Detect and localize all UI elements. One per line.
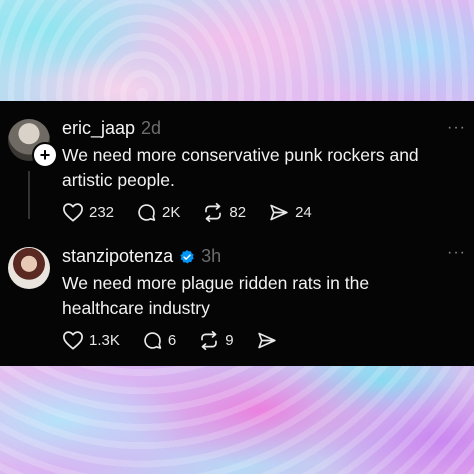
share-button[interactable]: 24 <box>268 202 312 223</box>
thread-post-1[interactable]: + eric_jaap 2d ··· We need more conservat… <box>0 101 474 226</box>
post-actions: 1.3K 6 9 <box>62 328 305 352</box>
share-button[interactable] <box>256 330 283 351</box>
reply-count: 6 <box>167 331 177 349</box>
heart-icon <box>63 203 83 222</box>
heart-icon <box>63 331 83 350</box>
repost-count: 9 <box>225 331 234 349</box>
post-actions: 232 2K 82 24 <box>62 200 334 224</box>
reply-button[interactable]: 6 <box>142 330 176 351</box>
thread-connector-line <box>28 171 30 219</box>
post-text: We need more plague ridden rats in the h… <box>62 273 370 318</box>
post-text: We need more conservative punk rockers a… <box>62 145 419 190</box>
comment-icon <box>144 331 162 349</box>
reply-button[interactable]: 2K <box>136 202 180 223</box>
follow-plus-icon[interactable]: + <box>32 142 58 168</box>
like-count: 1.3K <box>89 331 120 349</box>
repost-count: 82 <box>229 203 247 221</box>
verified-badge-icon <box>180 250 194 264</box>
post-header: eric_jaap 2d <box>62 118 161 139</box>
post-time: 2d <box>141 118 162 138</box>
share-count: 24 <box>295 203 312 221</box>
like-count: 232 <box>89 203 115 221</box>
like-button[interactable]: 1.3K <box>62 330 120 350</box>
threads-feed-panel: + eric_jaap 2d ··· We need more conservat… <box>0 101 474 366</box>
post-time: 3h <box>201 246 222 266</box>
like-button[interactable]: 232 <box>62 202 114 222</box>
send-icon <box>270 204 288 220</box>
avatar[interactable] <box>8 247 50 289</box>
post-header: stanzipotenza 3h <box>62 246 221 267</box>
username[interactable]: eric_jaap <box>62 118 135 138</box>
username[interactable]: stanzipotenza <box>62 246 173 266</box>
more-options-icon[interactable]: ··· <box>447 119 466 137</box>
repost-button[interactable]: 9 <box>198 330 234 351</box>
thread-post-2[interactable]: stanzipotenza 3h ··· We need more plague … <box>0 226 474 366</box>
more-options-icon[interactable]: ··· <box>447 244 466 262</box>
reply-count: 2K <box>162 203 181 221</box>
repost-button[interactable]: 82 <box>202 202 246 223</box>
send-icon <box>257 332 276 348</box>
repost-icon <box>205 202 222 222</box>
repost-icon <box>201 330 218 350</box>
comment-icon <box>138 203 156 221</box>
